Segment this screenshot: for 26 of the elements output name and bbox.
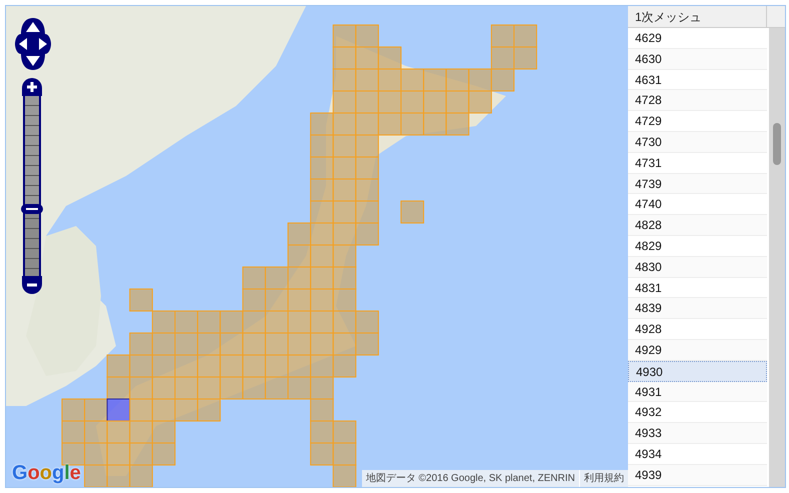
scrollbar[interactable] <box>769 28 785 487</box>
pan-arrows-icon <box>15 16 51 72</box>
scrollbar-thumb[interactable] <box>773 123 781 165</box>
mesh-row[interactable]: 4831 <box>628 278 767 298</box>
plus-icon <box>27 82 37 92</box>
mesh-row[interactable]: 4730 <box>628 132 767 153</box>
mesh-row[interactable]: 4930 <box>628 360 767 382</box>
pan-control[interactable] <box>15 16 51 72</box>
terms-link[interactable]: 利用規約 <box>579 470 628 487</box>
mesh-row[interactable]: 4929 <box>628 340 767 361</box>
zoom-slider-thumb[interactable] <box>21 204 43 214</box>
google-logo: Google <box>12 463 81 483</box>
zoom-out-button[interactable] <box>22 276 42 294</box>
map[interactable]: Google 地図データ ©2016 Google, SK planet, ZENRIN 利用規約 <box>6 6 628 487</box>
mesh-row[interactable]: 4939 <box>628 464 767 486</box>
zoom-slider[interactable] <box>23 96 41 276</box>
mesh-row[interactable]: 4933 <box>628 423 767 444</box>
map-attribution: 地図データ ©2016 Google, SK planet, ZENRIN <box>362 470 579 487</box>
mesh-row[interactable]: 4931 <box>628 382 767 402</box>
mesh-row[interactable]: 4728 <box>628 90 767 112</box>
mesh-row[interactable]: 4739 <box>628 174 767 194</box>
mesh-row[interactable]: 4830 <box>628 256 767 278</box>
mesh-row[interactable]: 4839 <box>628 298 767 320</box>
mesh-row[interactable]: 4631 <box>628 70 767 90</box>
mesh-row[interactable]: 4630 <box>628 48 767 70</box>
mesh-row[interactable]: 4828 <box>628 215 767 236</box>
